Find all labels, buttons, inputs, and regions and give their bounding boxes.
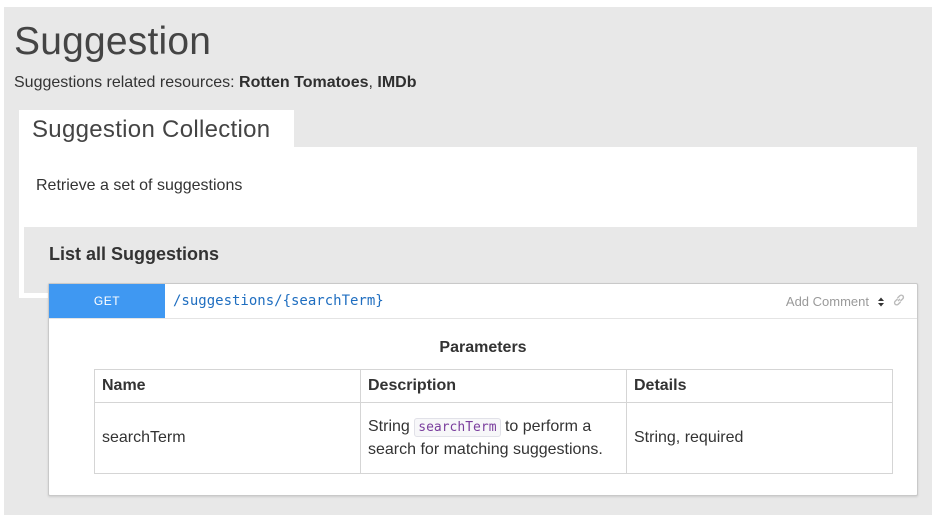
- collection-title: Suggestion Collection: [32, 116, 271, 143]
- endpoint-path[interactable]: /suggestions/{searchTerm}: [173, 284, 384, 318]
- resource-link-imdb[interactable]: IMDb: [377, 74, 416, 91]
- resource-link-rotten-tomatoes[interactable]: Rotten Tomatoes: [239, 74, 368, 91]
- column-header-details: Details: [626, 369, 893, 403]
- column-header-name: Name: [94, 369, 361, 403]
- collection-rail: [19, 227, 24, 298]
- param-details: String, required: [626, 402, 893, 474]
- parameters-table: Name Description Details searchTerm Stri…: [94, 369, 893, 474]
- link-icon[interactable]: [892, 293, 906, 307]
- param-name: searchTerm: [94, 402, 361, 474]
- collection-description: Retrieve a set of suggestions: [36, 177, 243, 194]
- param-description-prefix: String: [368, 417, 415, 435]
- column-header-description: Description: [360, 369, 627, 403]
- param-description: String searchTerm to perform a search fo…: [360, 402, 627, 474]
- resources-prefix: Suggestions related resources:: [14, 74, 240, 91]
- param-code: searchTerm: [414, 417, 501, 437]
- collection-rail-foot: [19, 293, 49, 298]
- related-resources: Suggestions related resources: Rotten To…: [14, 73, 417, 93]
- method-badge: GET: [49, 284, 165, 318]
- parameters-header-row: Name Description Details: [94, 369, 893, 403]
- endpoint-bar[interactable]: GET /suggestions/{searchTerm} Add Commen…: [49, 284, 917, 319]
- action-title: List all Suggestions: [49, 244, 220, 264]
- endpoint-card: GET /suggestions/{searchTerm} Add Commen…: [48, 283, 918, 496]
- page-title: Suggestion: [14, 20, 212, 63]
- parameters-caption: Parameters: [439, 339, 527, 356]
- table-row: searchTerm String searchTerm to perform …: [94, 402, 893, 474]
- sort-icon[interactable]: [877, 296, 885, 308]
- add-comment-link[interactable]: Add Comment: [786, 284, 869, 320]
